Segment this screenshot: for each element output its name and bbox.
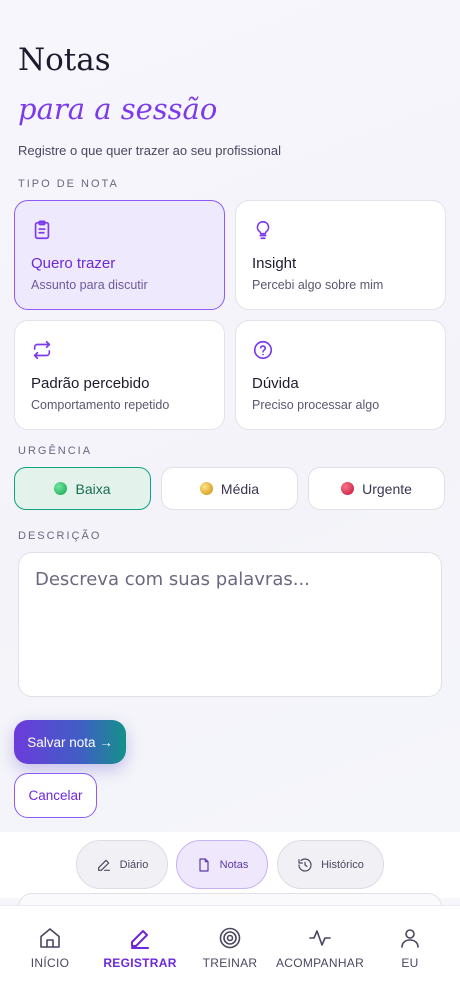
urgency-option-label: Baixa [75,480,111,497]
pen-icon [131,930,149,949]
card-description: Assunto para discutir [31,278,148,292]
page-subtitle: para a sessão [18,92,218,126]
green-dot-icon [54,482,68,495]
note-type-insight[interactable]: Insight Percebi algo sobre mim [235,200,446,310]
history-icon [298,857,312,872]
nav-label: TREINAR [202,956,258,970]
nav-eu[interactable]: EU [390,926,430,970]
note-type-quero-trazer[interactable]: Quero trazer Assunto para discutir [14,200,225,310]
document-icon [199,857,209,872]
nav-inicio[interactable]: INÍCIO [24,926,76,970]
nav-acompanhar[interactable]: ACOMPANHAR [272,926,368,970]
card-description: Comportamento repetido [31,398,170,412]
nav-treinar[interactable]: TREINAR [198,926,262,970]
clipboard-icon [31,219,53,241]
page-lead: Registre o que quer trazer ao seu profis… [18,143,282,158]
subnav-label: Notas [219,858,249,871]
card-title: Insight [252,255,297,272]
lightbulb-icon [252,219,274,241]
user-icon [401,929,419,948]
subnav-notas[interactable]: Notas [176,840,268,889]
subnav-label: Diário [119,858,149,871]
repeat-icon [31,339,53,361]
nav-label: EU [401,956,419,970]
card-title: Quero trazer [31,255,116,272]
page-title: Notas [18,42,111,78]
description-textarea[interactable] [18,552,442,697]
note-type-label: TIPO DE NOTA [18,178,119,190]
subnav-historico[interactable]: Histórico [277,840,384,889]
urgency-option-label: Média [220,480,260,497]
subnav-diario[interactable]: Diário [76,840,168,889]
urgency-label: URGÊNCIA [18,445,93,457]
home-icon [40,928,60,948]
note-type-duvida[interactable]: Dúvida Preciso processar algo [235,320,446,430]
card-description: Preciso processar algo [252,398,380,412]
urgency-baixa[interactable]: Baixa [14,467,151,510]
pulse-icon [309,930,331,946]
target-icon [219,927,241,949]
subnav-label: Histórico [321,858,364,871]
urgency-option-label: Urgente [362,480,412,497]
save-note-button[interactable]: Salvar nota → [14,720,126,764]
yellow-dot-icon [199,482,213,495]
nav-label: ACOMPANHAR [275,956,365,970]
nav-registrar[interactable]: REGISTRAR [100,926,180,970]
description-label: DESCRIÇÃO [18,530,102,542]
red-dot-icon [341,482,355,495]
urgency-media[interactable]: Média [161,467,298,510]
nav-label: INÍCIO [30,956,70,970]
pencil-icon [97,859,110,871]
card-title: Dúvida [252,375,299,392]
cancel-button[interactable]: Cancelar [14,773,97,818]
nav-label: REGISTRAR [103,956,177,970]
question-icon [252,339,274,361]
bottom-navigation: INÍCIO REGISTRAR TREINAR ACOMPANHAR EU [0,905,460,989]
note-type-padrao[interactable]: Padrão percebido Comportamento repetido [14,320,225,430]
card-title: Padrão percebido [31,375,150,392]
card-description: Percebi algo sobre mim [252,278,384,292]
urgency-urgente[interactable]: Urgente [308,467,445,510]
